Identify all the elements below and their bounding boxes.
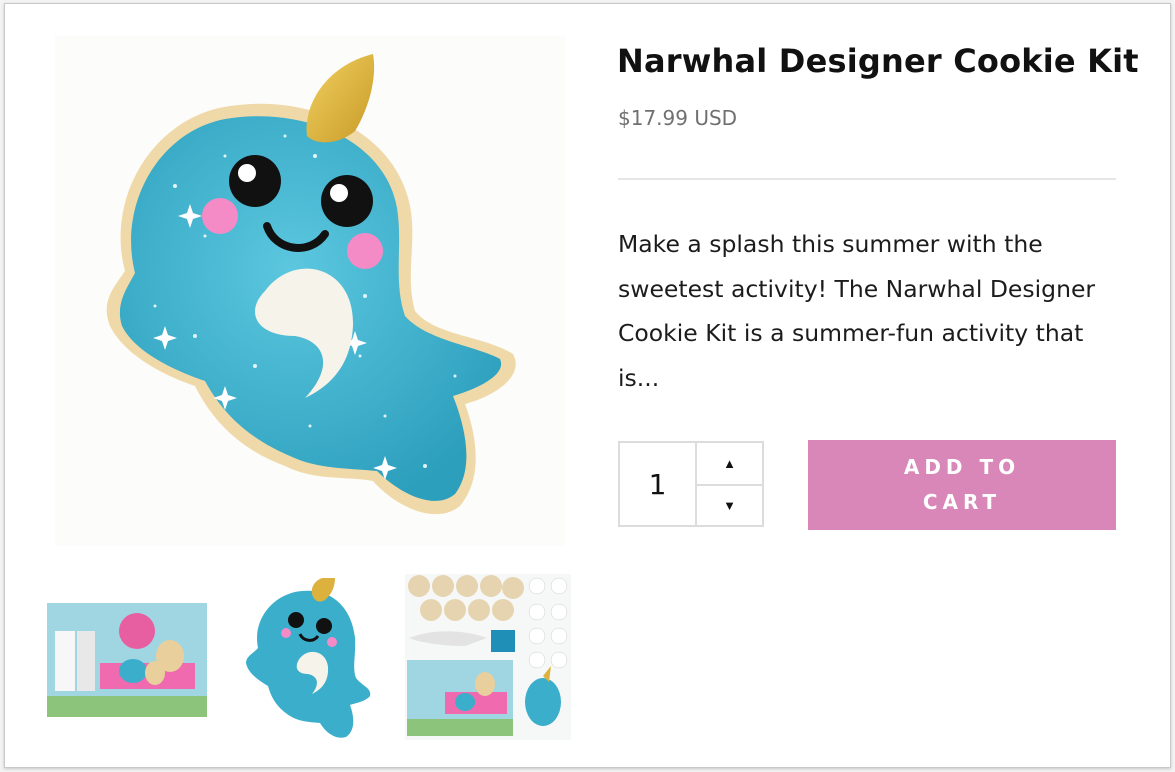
cookie-kit-box-image: [47, 603, 207, 717]
add-to-cart-label: ADD TO CART: [903, 455, 1021, 514]
divider: [618, 178, 1116, 180]
product-title: Narwhal Designer Cookie Kit: [617, 42, 1139, 80]
caret-down-icon: ▼: [723, 498, 736, 513]
product-thumbnail-box[interactable]: [45, 601, 209, 719]
add-to-cart-button[interactable]: ADD TO CART: [808, 440, 1116, 530]
product-thumbnail-contents[interactable]: [405, 574, 571, 740]
quantity-decrease-button[interactable]: ▼: [697, 485, 762, 526]
quantity-increase-button[interactable]: ▲: [697, 443, 762, 486]
caret-up-icon: ▲: [723, 456, 736, 471]
narwhal-cookie-image: [106, 54, 516, 515]
quantity-input[interactable]: 1: [620, 443, 697, 525]
product-description: Make a splash this summer with the sweet…: [618, 230, 1096, 392]
narwhal-cookie-thumbnail: [246, 577, 371, 738]
product-price: $17.99 USD: [618, 106, 738, 130]
product-main-image: [55, 36, 565, 546]
product-page: Narwhal Designer Cookie Kit $17.99 USD M…: [4, 3, 1171, 768]
quantity-stepper[interactable]: 1 ▲ ▼: [618, 441, 764, 527]
product-thumbnail-cookie[interactable]: [240, 577, 372, 740]
kit-contents-image: [405, 574, 571, 740]
